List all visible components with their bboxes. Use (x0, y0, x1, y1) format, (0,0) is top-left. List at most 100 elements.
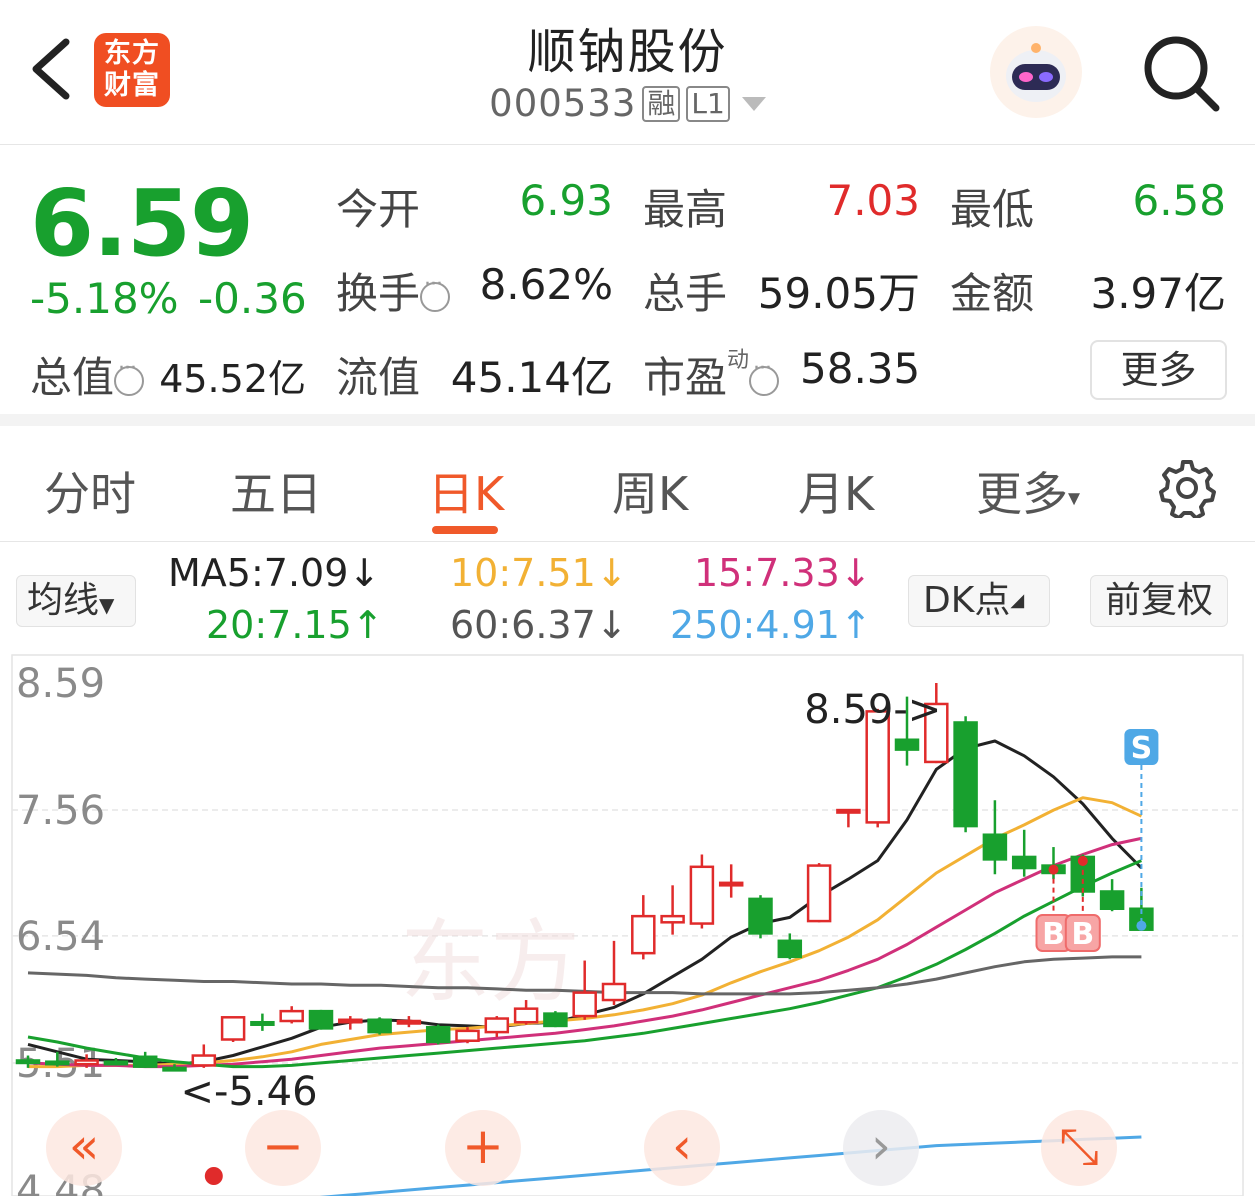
sell-signal-dot (1136, 920, 1147, 931)
marker-dot (204, 1167, 223, 1185)
more-button[interactable]: 更多 (1090, 340, 1227, 400)
level-tag: L1 (686, 85, 730, 122)
y-tick-label: 7.56 (16, 788, 105, 834)
ma-line-ma10 (28, 796, 1143, 1069)
candle-body (777, 939, 803, 959)
zoom-in-button[interactable]: + (445, 1110, 521, 1186)
candle-body (1099, 890, 1125, 910)
tab-weekly-k[interactable]: 周K (612, 458, 688, 524)
period-tabs: 分时 五日 日K 周K 月K 更多▾ (0, 438, 1255, 542)
ma20-value: 20:7.15↑ (206, 603, 384, 647)
candle-body (982, 833, 1008, 861)
amount-label: 金额 (950, 269, 1035, 318)
max-price-label: 8.59-> (804, 687, 941, 733)
info-icon[interactable] (420, 272, 451, 312)
ma-indicator-row: 均线▼ MA5:7.09↓ 10:7.51↓ 15:7.33↓ 20:7.15↑… (0, 543, 1255, 653)
candle-body (631, 914, 656, 955)
candle-body (15, 1059, 41, 1065)
tab-intraday[interactable]: 分时 (44, 458, 136, 524)
info-icon[interactable] (749, 356, 780, 396)
candle-body (45, 1060, 70, 1066)
current-price: 6.59 (30, 170, 254, 277)
margin-tag: 融 (642, 85, 681, 122)
jump-first-button[interactable]: « (46, 1110, 122, 1186)
tab-more[interactable]: 更多▾ (976, 458, 1080, 524)
float-cap-value: 45.14亿 (450, 353, 613, 402)
float-cap-label: 流值 (336, 353, 421, 402)
pe-label[interactable]: 市盈动 (643, 344, 780, 405)
open-label: 今开 (336, 185, 421, 234)
change-amount: -0.36 (198, 274, 307, 323)
dropdown-triangle-icon: ▾ (1068, 483, 1081, 512)
high-label: 最高 (643, 185, 728, 234)
candle-body (806, 864, 832, 923)
pe-value: 58.35 (800, 344, 921, 393)
candle-body (543, 1012, 568, 1028)
ma15-value: 15:7.33↓ (694, 551, 872, 595)
zoom-out-button[interactable]: − (245, 1110, 321, 1186)
candle-body (572, 991, 597, 1018)
buy-signal-dot (1077, 855, 1088, 866)
gear-icon[interactable] (1157, 458, 1217, 518)
search-icon[interactable] (1138, 30, 1222, 114)
candle-body (220, 1016, 246, 1041)
candle-body (660, 914, 685, 924)
robot-assistant-icon[interactable] (990, 26, 1082, 118)
active-tab-indicator (432, 526, 498, 534)
ma-selector-button[interactable]: 均线▼ (16, 575, 136, 627)
sell-signal-text: S (1131, 731, 1153, 766)
candle-body (338, 1018, 363, 1024)
kline-chart[interactable]: 8.59 7.56 6.54 5.51 4.48 东方 8.59-> <-5.46 B B S « … (0, 653, 1255, 1196)
candle-body (748, 897, 773, 935)
buy-signal-dot (1048, 864, 1059, 875)
expand-button[interactable]: ⤡ (1041, 1110, 1117, 1186)
candle-body (484, 1017, 510, 1034)
turnover-label[interactable]: 换手 (336, 260, 451, 321)
open-value: 6.93 (519, 176, 613, 225)
back-icon[interactable] (22, 34, 82, 104)
candle-body (250, 1020, 275, 1026)
next-button[interactable]: › (843, 1110, 919, 1186)
prev-button[interactable]: ‹ (644, 1110, 720, 1186)
candle-body (367, 1018, 392, 1034)
ma-line-ma15 (27, 836, 1142, 1069)
turnover-value: 8.62% (479, 260, 613, 309)
dropdown-triangle-icon (741, 96, 766, 111)
market-cap-label[interactable]: 总值 (30, 344, 145, 405)
candle-body (308, 1009, 334, 1030)
buy-signal-text: B (1071, 917, 1094, 952)
candle-body (279, 1009, 304, 1023)
candle-body (1011, 855, 1037, 870)
y-tick-label: 8.59 (16, 661, 105, 707)
dropdown-triangle-icon: ▼ (99, 593, 115, 617)
tab-five-day[interactable]: 五日 (230, 458, 322, 524)
tab-daily-k[interactable]: 日K (428, 458, 504, 524)
app-header: 东方 财富 顺钠股份 000533 融 L1 (0, 0, 1255, 145)
candle-body (396, 1019, 422, 1025)
stock-code-row[interactable]: 000533 融 L1 (400, 82, 855, 125)
volume-label: 总手 (643, 269, 728, 318)
low-value: 6.58 (1132, 176, 1226, 225)
candle-body (836, 808, 861, 814)
ma10-value: 10:7.51↓ (450, 551, 628, 595)
candle-body (953, 721, 978, 828)
candle-body (689, 865, 715, 925)
adjust-mode-button[interactable]: 前复权 (1090, 575, 1228, 627)
volume-value: 59.05万 (757, 269, 920, 318)
candle-body (425, 1025, 451, 1044)
dk-point-button[interactable]: DK点◢ (908, 575, 1050, 627)
stock-code: 000533 (489, 82, 637, 125)
tab-monthly-k[interactable]: 月K (798, 458, 874, 524)
candle-body (132, 1055, 158, 1068)
high-value: 7.03 (826, 176, 920, 225)
candle-body (513, 1007, 539, 1024)
ma5-value: MA5:7.09↓ (168, 551, 381, 595)
ma-line-ma250 (319, 1135, 1142, 1196)
ma60-value: 60:6.37↓ (450, 603, 628, 647)
candle-body (455, 1029, 480, 1042)
eastmoney-logo[interactable]: 东方 财富 (94, 33, 170, 107)
candle-body (74, 1059, 99, 1066)
watermark-text: 东方 (400, 910, 580, 1015)
candle-body (601, 982, 627, 1002)
info-icon[interactable] (114, 356, 145, 396)
